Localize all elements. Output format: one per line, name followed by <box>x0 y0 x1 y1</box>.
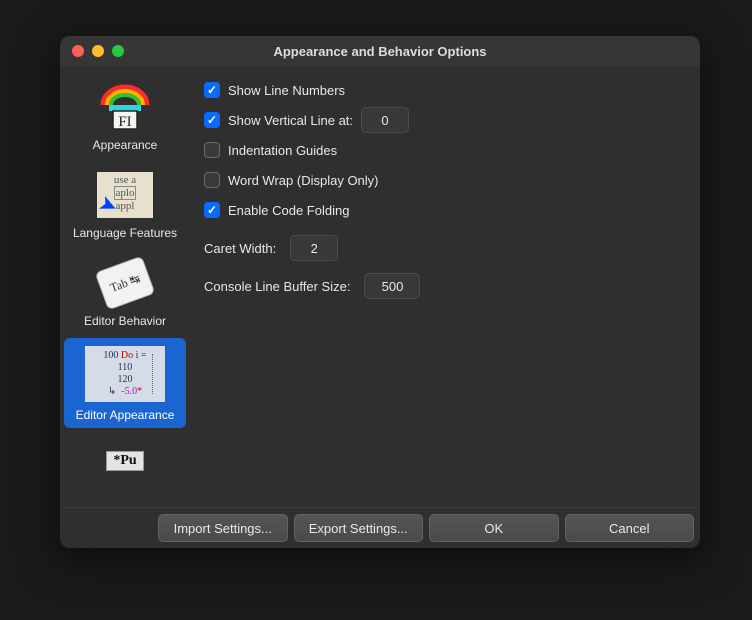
body: FI Appearance use a aplo appl ➤ Language… <box>60 66 700 507</box>
console-buffer-input[interactable] <box>364 273 420 299</box>
show-vertical-line-checkbox[interactable] <box>204 112 220 128</box>
partial-icon: *Pu <box>95 440 155 464</box>
import-settings-button[interactable]: Import Settings... <box>158 514 288 542</box>
window-title: Appearance and Behavior Options <box>60 44 700 59</box>
language-features-icon: use a aplo appl ➤ <box>95 170 155 220</box>
sidebar-item-label: Editor Behavior <box>84 314 166 328</box>
caret-width-input[interactable] <box>290 235 338 261</box>
close-icon[interactable] <box>72 45 84 57</box>
editor-appearance-icon: 100 Do i = 110 120 ↳ -5.0* <box>85 346 165 402</box>
sidebar-item-appearance[interactable]: FI Appearance <box>64 74 186 158</box>
enable-code-folding-checkbox[interactable] <box>204 202 220 218</box>
sidebar-item-label: Editor Appearance <box>76 408 175 422</box>
button-bar: Import Settings... Export Settings... OK… <box>60 507 700 548</box>
sidebar-item-label: Appearance <box>93 138 158 152</box>
indentation-guides-checkbox[interactable] <box>204 142 220 158</box>
cancel-button[interactable]: Cancel <box>565 514 695 542</box>
caret-width-label: Caret Width: <box>204 241 276 256</box>
titlebar: Appearance and Behavior Options <box>60 36 700 66</box>
sidebar: FI Appearance use a aplo appl ➤ Language… <box>60 66 190 507</box>
sidebar-item-partial[interactable]: *Pu <box>64 432 186 470</box>
indentation-guides-label[interactable]: Indentation Guides <box>228 143 337 158</box>
sidebar-item-label: Language Features <box>73 226 177 240</box>
show-line-numbers-checkbox[interactable] <box>204 82 220 98</box>
console-buffer-label: Console Line Buffer Size: <box>204 279 350 294</box>
export-settings-button[interactable]: Export Settings... <box>294 514 424 542</box>
editor-behavior-icon: Tab ↹ <box>95 258 155 308</box>
appearance-icon: FI <box>95 82 155 132</box>
maximize-icon[interactable] <box>112 45 124 57</box>
word-wrap-checkbox[interactable] <box>204 172 220 188</box>
sidebar-item-language-features[interactable]: use a aplo appl ➤ Language Features <box>64 162 186 246</box>
svg-text:FI: FI <box>118 114 131 130</box>
ok-button[interactable]: OK <box>429 514 559 542</box>
window-controls <box>60 45 124 57</box>
show-vertical-line-label[interactable]: Show Vertical Line at: <box>228 113 353 128</box>
preferences-window: Appearance and Behavior Options FI Appea… <box>60 36 700 548</box>
sidebar-item-editor-appearance[interactable]: 100 Do i = 110 120 ↳ -5.0* Editor Appear… <box>64 338 186 428</box>
content-panel: Show Line Numbers Show Vertical Line at:… <box>190 66 700 507</box>
show-line-numbers-label[interactable]: Show Line Numbers <box>228 83 345 98</box>
enable-code-folding-label[interactable]: Enable Code Folding <box>228 203 349 218</box>
vertical-line-column-input[interactable] <box>361 107 409 133</box>
word-wrap-label[interactable]: Word Wrap (Display Only) <box>228 173 379 188</box>
sidebar-item-editor-behavior[interactable]: Tab ↹ Editor Behavior <box>64 250 186 334</box>
minimize-icon[interactable] <box>92 45 104 57</box>
